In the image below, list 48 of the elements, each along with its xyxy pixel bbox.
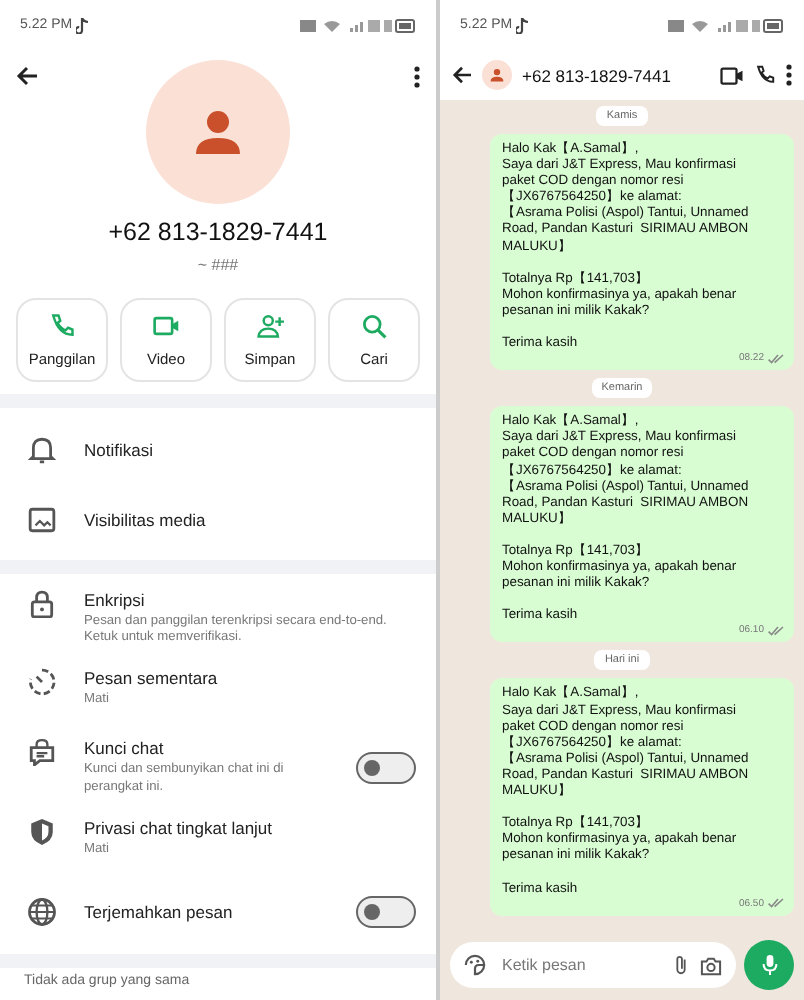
bell-icon: [28, 435, 56, 463]
microphone-icon: [761, 954, 777, 976]
message-field[interactable]: Ketik pesan: [450, 942, 736, 988]
message-input[interactable]: Ketik pesan: [498, 954, 662, 976]
status-icons: [300, 17, 416, 33]
globe-icon: [28, 898, 56, 927]
setting-title[interactable]: Visibilitas media: [84, 509, 392, 529]
avatar[interactable]: [482, 60, 512, 90]
toggle-switch[interactable]: [356, 751, 416, 784]
about-text: ~ ###: [197, 256, 239, 274]
camera-icon[interactable]: [700, 955, 722, 975]
phone-icon[interactable]: [754, 64, 776, 86]
setting-title[interactable]: Enkripsi: [84, 590, 392, 610]
add-person-icon: [256, 312, 284, 340]
double-check-icon: [768, 625, 784, 636]
message-bubble[interactable]: [490, 406, 794, 643]
image-icon: [28, 505, 56, 533]
toggle-switch[interactable]: [356, 896, 416, 929]
back-icon[interactable]: [16, 66, 38, 86]
setting-title[interactable]: Privasi chat tingkat lanjut: [84, 817, 392, 838]
more-options-icon[interactable]: [414, 66, 420, 88]
phone-icon: [48, 312, 76, 340]
message-bubble[interactable]: [490, 134, 794, 371]
paperclip-icon[interactable]: [674, 954, 688, 976]
sticker-icon[interactable]: [464, 954, 486, 976]
double-check-icon: [768, 898, 784, 909]
more-options-icon[interactable]: [786, 64, 792, 86]
setting-title[interactable]: Pesan sementara: [84, 668, 392, 689]
setting-title[interactable]: Terjemahkan pesan: [84, 902, 332, 923]
video-camera-icon: [152, 312, 180, 340]
music-note-icon: [516, 17, 529, 33]
microphone-button[interactable]: [744, 940, 794, 990]
search-icon: [360, 312, 388, 340]
timer-icon: [28, 668, 56, 697]
person-icon: [194, 108, 242, 156]
back-icon[interactable]: [452, 66, 472, 84]
video-camera-icon[interactable]: [720, 65, 744, 85]
music-note-icon: [76, 17, 89, 33]
message-bubble[interactable]: [490, 678, 794, 916]
setting-title[interactable]: Kunci chat: [84, 738, 332, 759]
status-icons: [668, 17, 784, 33]
lock-icon: [28, 590, 56, 618]
setting-title[interactable]: Notifikasi: [84, 439, 392, 459]
chat-lock-icon: [28, 738, 56, 767]
double-check-icon: [768, 353, 784, 364]
shield-icon: [28, 817, 56, 846]
phone-number: +62 813-1829-7441: [108, 218, 328, 246]
person-icon: [490, 68, 504, 82]
